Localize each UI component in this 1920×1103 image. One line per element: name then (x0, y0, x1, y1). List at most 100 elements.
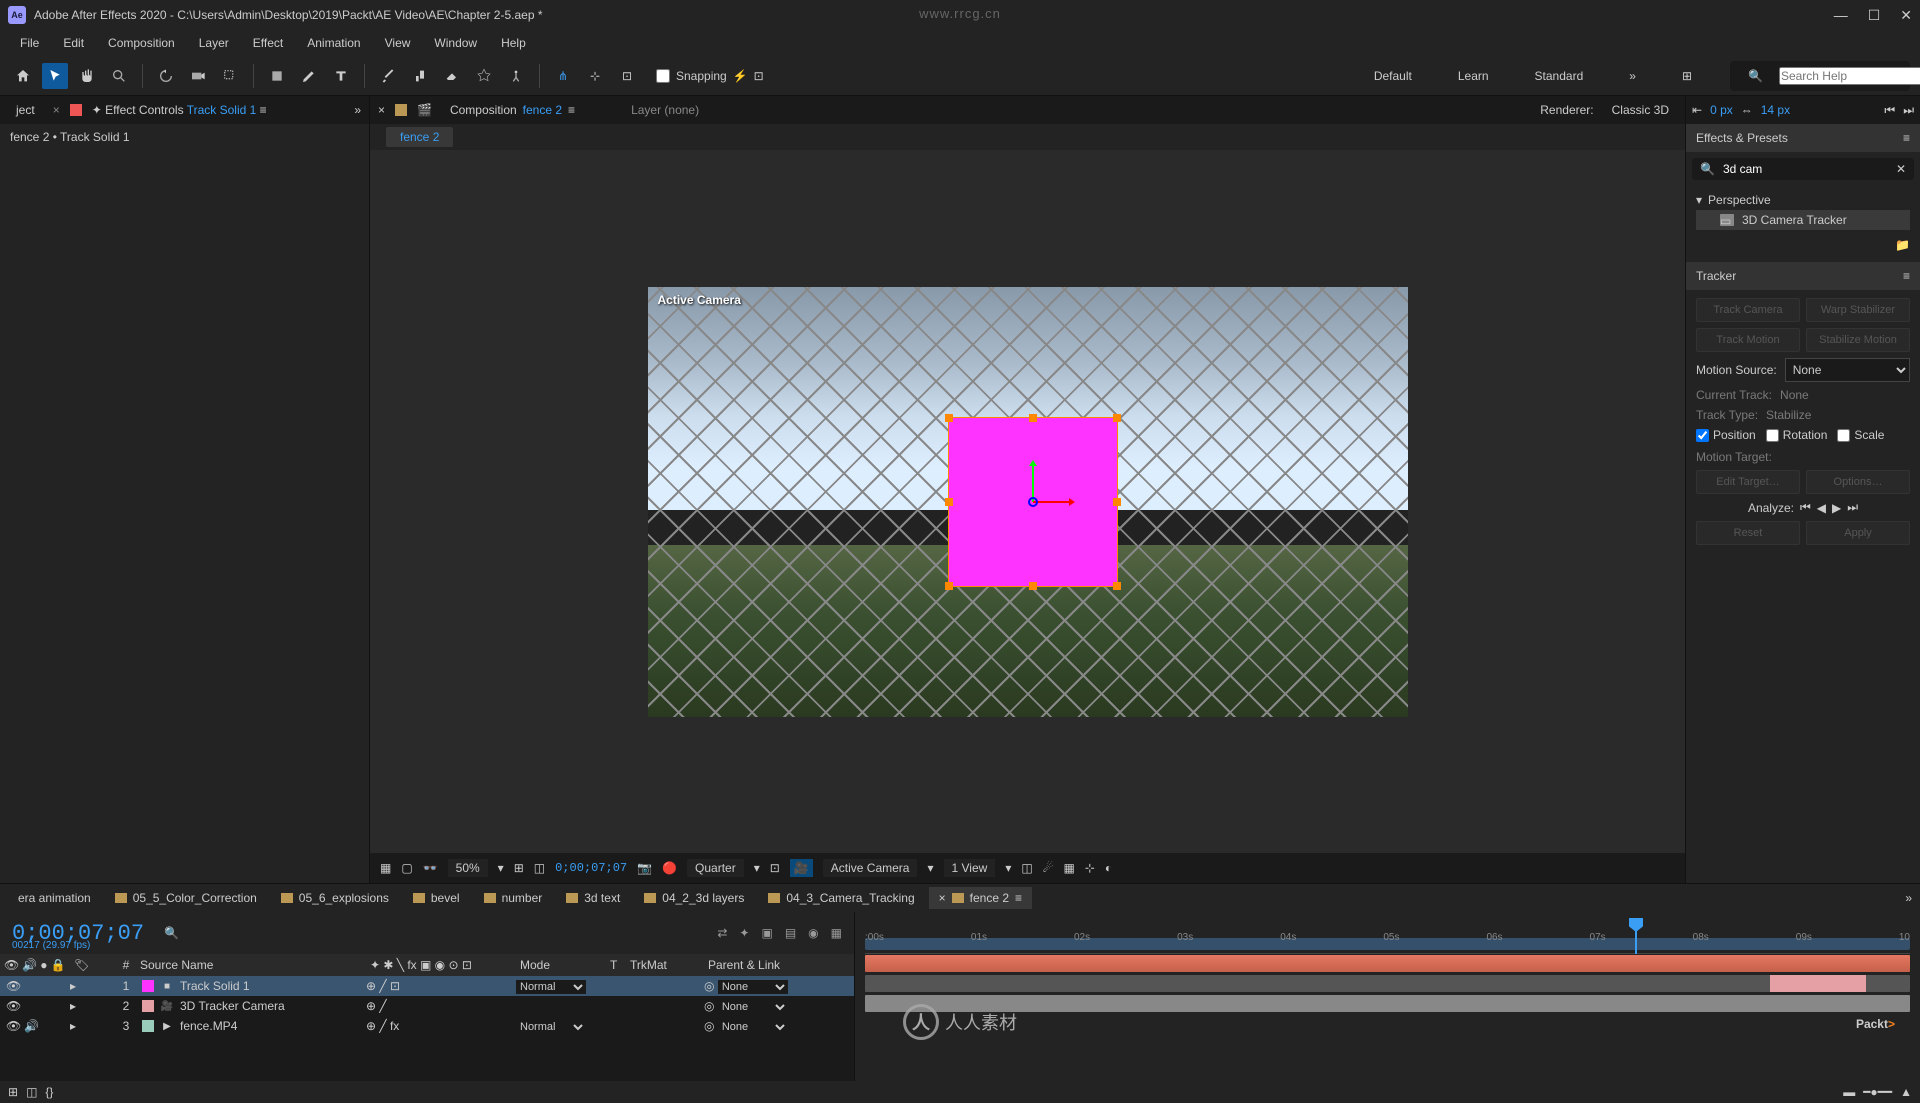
x-axis-handle[interactable] (1033, 501, 1073, 503)
orbit-tool[interactable] (153, 63, 179, 89)
parent-select[interactable]: None (718, 980, 788, 994)
world-axis-tool[interactable]: ⊹ (582, 63, 608, 89)
layer-switch[interactable]: ╱ (379, 979, 386, 993)
comp-breadcrumb[interactable]: fence 2 (386, 127, 453, 147)
eye-column-icon[interactable]: 👁 (4, 958, 19, 972)
frame-blend-icon[interactable]: ▤ (785, 926, 796, 940)
resize-handle[interactable] (945, 582, 953, 590)
resize-handle[interactable] (1029, 414, 1037, 422)
brush-tool[interactable] (375, 63, 401, 89)
blend-mode-select[interactable]: Normal (516, 980, 586, 994)
minimize-button[interactable]: — (1834, 7, 1848, 24)
timeline-tab[interactable]: 3d text (556, 887, 630, 909)
workspace-learn[interactable]: Learn (1450, 65, 1497, 87)
maximize-button[interactable]: ☐ (1868, 7, 1881, 24)
collapse-icon[interactable]: ▾ (1696, 193, 1702, 207)
draft-3d-icon[interactable]: 👓 (423, 861, 438, 875)
trkmat-column[interactable]: TrkMat (626, 958, 704, 972)
edit-target-button[interactable]: Edit Target… (1696, 470, 1800, 494)
mask-icon[interactable]: ◐ (1105, 861, 1112, 875)
playhead[interactable] (1635, 920, 1637, 954)
pickwhip-icon[interactable]: ◎ (704, 1019, 714, 1033)
analyze-step-back-icon[interactable]: ◀ (1817, 501, 1826, 515)
draft-3d-icon[interactable]: ✦ (739, 926, 749, 940)
menu-window[interactable]: Window (424, 32, 487, 54)
camera-clip[interactable] (1770, 975, 1866, 992)
effects-search-input[interactable] (1723, 162, 1888, 176)
effects-group-perspective[interactable]: ▾ Perspective (1696, 190, 1910, 210)
ruler-tick[interactable]: 06s (1486, 932, 1502, 953)
timeline-tab[interactable]: 05_6_explosions (271, 887, 399, 909)
view-layout-select[interactable]: 1 View (944, 859, 996, 877)
layer-name[interactable]: 3D Tracker Camera (180, 999, 285, 1013)
resize-handle[interactable] (1113, 414, 1121, 422)
track-motion-button[interactable]: Track Motion (1696, 328, 1800, 352)
camera-tool[interactable] (185, 63, 211, 89)
blend-mode-select[interactable]: Normal (516, 1020, 586, 1034)
track-solid-layer[interactable] (948, 417, 1118, 587)
layer-name[interactable]: Track Solid 1 (180, 979, 250, 993)
audio-column-icon[interactable]: 🔊 (22, 958, 37, 972)
type-tool[interactable] (328, 63, 354, 89)
close-button[interactable]: ✕ (1900, 7, 1912, 24)
comp-flowchart-icon[interactable]: ⇄ (717, 926, 727, 940)
comp-tab-close-icon[interactable]: × (378, 103, 385, 117)
analyze-back-icon[interactable]: ⏮ (1800, 500, 1811, 515)
guides-icon[interactable]: ⊹ (1085, 861, 1095, 875)
snapping-checkbox[interactable] (656, 69, 670, 83)
resolution-icon[interactable]: ⊞ (514, 861, 524, 875)
panel-overflow-icon[interactable]: » (354, 103, 361, 117)
parent-column[interactable]: Parent & Link (704, 958, 824, 972)
camera-dropdown-icon[interactable]: ▾ (927, 861, 933, 875)
pen-tool[interactable] (296, 63, 322, 89)
selection-tool[interactable] (42, 63, 68, 89)
workspace-standard[interactable]: Standard (1527, 65, 1592, 87)
fx-switch[interactable]: ╱ fx (379, 1019, 399, 1033)
toggle-brackets-icon[interactable]: {} (45, 1085, 53, 1099)
label-column-icon[interactable]: 🏷 (74, 958, 89, 972)
toggle-transparency-icon[interactable]: ▢ (401, 861, 412, 875)
menu-animation[interactable]: Animation (297, 32, 370, 54)
toggle-modes-icon[interactable]: ◫ (26, 1085, 37, 1099)
clone-tool[interactable] (407, 63, 433, 89)
graph-editor-icon[interactable]: ▦ (831, 926, 842, 940)
zoom-in-icon[interactable]: ▲ (1900, 1085, 1912, 1099)
menu-composition[interactable]: Composition (98, 32, 185, 54)
eraser-tool[interactable] (439, 63, 465, 89)
rectangle-tool[interactable] (264, 63, 290, 89)
layer-none-tab[interactable]: Layer (none) (623, 99, 707, 121)
layer-bar-camera[interactable] (865, 975, 1910, 992)
ruler-tick[interactable]: 04s (1280, 932, 1296, 953)
timeline-tab[interactable]: number (474, 887, 553, 909)
ruler-tick[interactable]: 10 (1899, 932, 1910, 953)
layer-row[interactable]: 👁🔊 ▸ 3 ▶fence.MP4 ⊕ ╱ fx Normal ◎ None (0, 1016, 854, 1036)
ruler-tick[interactable]: 08s (1693, 932, 1709, 953)
resolution-select[interactable]: Quarter (687, 859, 744, 877)
layer-bar-video[interactable] (865, 995, 1910, 1012)
grid-icon[interactable]: ▦ (1063, 861, 1074, 875)
clear-search-icon[interactable]: ✕ (1896, 162, 1906, 176)
resize-handle[interactable] (1029, 582, 1037, 590)
layer-row[interactable]: 👁 ▸ 2 🎥3D Tracker Camera ⊕ ╱ ◎ None (0, 996, 854, 1016)
mode-column[interactable]: Mode (516, 958, 606, 972)
workspace-default[interactable]: Default (1366, 65, 1420, 87)
align-distribute-icon[interactable]: ⇔ (1741, 103, 1753, 117)
ruler-tick[interactable]: 01s (971, 932, 987, 953)
twirl-icon[interactable]: ▸ (70, 1019, 76, 1033)
panel-menu-icon[interactable]: ≡ (260, 103, 267, 117)
align-left-icon[interactable]: ⇤ (1692, 103, 1702, 117)
ruler-tick[interactable]: 09s (1796, 932, 1812, 953)
resize-handle[interactable] (1113, 582, 1121, 590)
fast-preview-icon[interactable]: ⊡ (770, 861, 780, 875)
workspace-more-icon[interactable]: » (1621, 65, 1644, 87)
scale-checkbox[interactable] (1837, 429, 1850, 442)
panel-menu-icon[interactable]: ≡ (1903, 269, 1910, 283)
view-axis-tool[interactable]: ⊡ (614, 63, 640, 89)
timeline-tab[interactable]: 05_5_Color_Correction (105, 887, 267, 909)
zoom-slider[interactable]: ━●━━ (1863, 1085, 1892, 1099)
layer-switch[interactable]: ╱ (379, 999, 386, 1013)
ruler-tick[interactable]: 05s (1383, 932, 1399, 953)
effect-controls-tab[interactable]: ✦ Effect Controls Track Solid 1 ≡ (92, 103, 267, 117)
lock-column-icon[interactable]: 🔒 (50, 958, 65, 972)
tabs-overflow-icon[interactable]: » (1905, 891, 1912, 905)
